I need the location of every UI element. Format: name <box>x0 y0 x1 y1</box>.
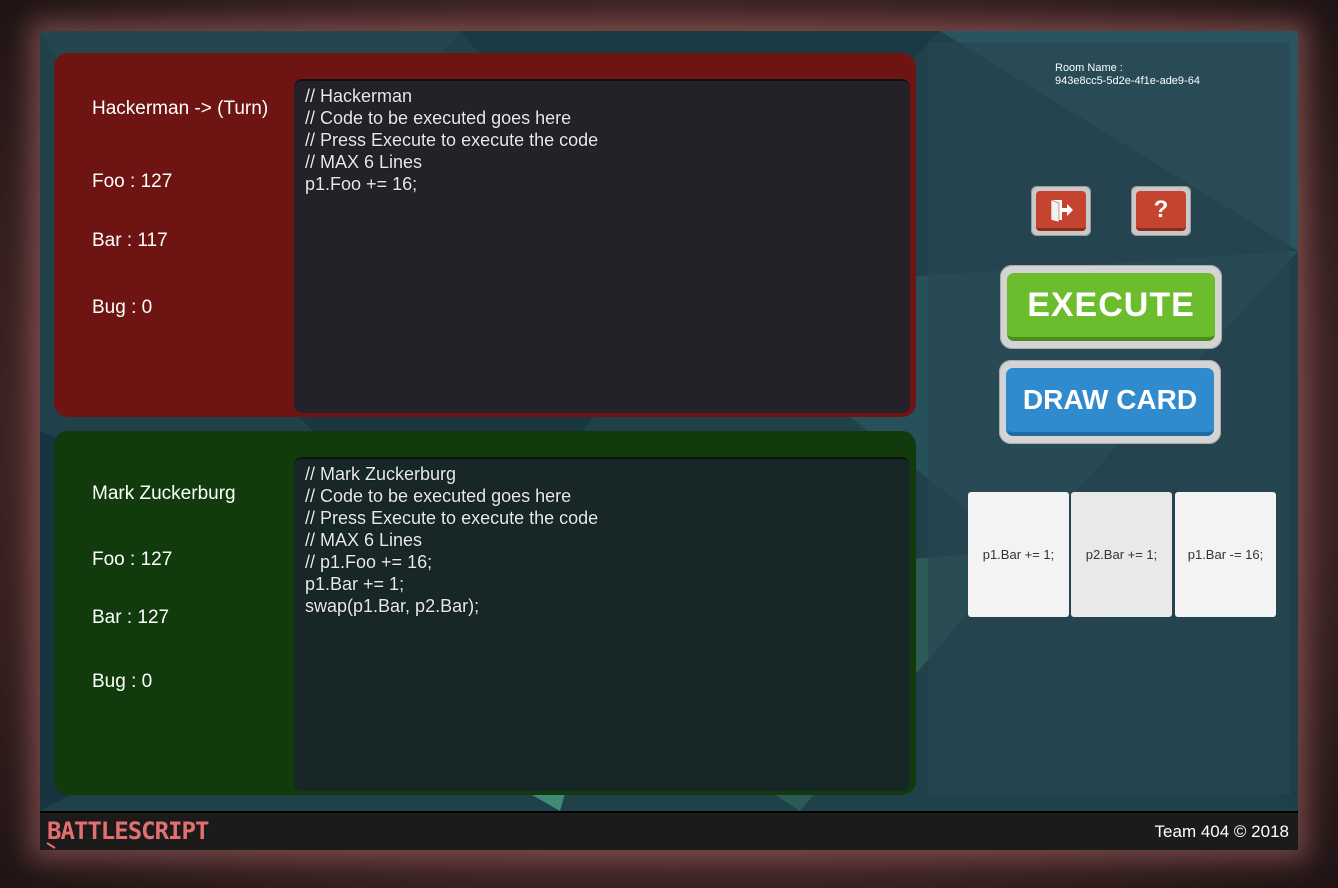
exit-door-icon <box>1050 199 1073 222</box>
player-name: Mark Zuckerburg <box>92 483 236 504</box>
svg-text:BATTLESCRIPT: BATTLESCRIPT <box>47 817 209 845</box>
player-name: Hackerman -> (Turn) <box>92 98 269 119</box>
bug-stat: Bug : 0 <box>92 297 153 318</box>
copyright-text: Team 404 © 2018 <box>1154 822 1289 841</box>
code-editor[interactable]: // Mark Zuckerburg // Code to be execute… <box>294 457 910 791</box>
bar-stat: Bar : 117 <box>92 230 168 251</box>
execute-label: EXECUTE <box>1007 273 1215 341</box>
help-button[interactable]: ? <box>1131 186 1191 236</box>
hand-card[interactable]: p1.Bar += 1; <box>968 492 1069 617</box>
player-panel-hackerman: Hackerman -> (Turn) Foo : 127 Bar : 117 … <box>54 53 916 417</box>
room-name-label: Room Name : <box>1055 62 1123 74</box>
hand-card[interactable]: p1.Bar -= 16; <box>1175 492 1276 617</box>
bar-stat: Bar : 127 <box>92 607 170 628</box>
draw-card-label: DRAW CARD <box>1006 368 1214 436</box>
bug-stat: Bug : 0 <box>92 671 153 692</box>
foo-stat: Foo : 127 <box>92 171 173 192</box>
room-id: 943e8cc5-5d2e-4f1e-ade9-64 <box>1055 75 1200 87</box>
help-icon: ? <box>1136 191 1186 231</box>
footer-bar: BATTLESCRIPT Team 404 © 2018 <box>40 811 1298 850</box>
player-panel-mark-zuckerburg: Mark Zuckerburg Foo : 127 Bar : 127 Bug … <box>54 431 916 795</box>
game-window: Hackerman -> (Turn) Foo : 127 Bar : 117 … <box>40 31 1298 850</box>
hand-card[interactable]: p2.Bar += 1; <box>1071 492 1172 617</box>
exit-button[interactable] <box>1031 186 1091 236</box>
control-panel: Room Name : 943e8cc5-5d2e-4f1e-ade9-64 ?… <box>928 42 1290 795</box>
room-info: Room Name : 943e8cc5-5d2e-4f1e-ade9-64 <box>1055 62 1200 88</box>
execute-button[interactable]: EXECUTE <box>1000 265 1222 349</box>
foo-stat: Foo : 127 <box>92 549 173 570</box>
battlescript-logo: BATTLESCRIPT <box>46 817 210 849</box>
draw-card-button[interactable]: DRAW CARD <box>999 360 1221 444</box>
code-text[interactable]: // Hackerman // Code to be executed goes… <box>305 85 598 195</box>
code-editor[interactable]: // Hackerman // Code to be executed goes… <box>294 79 910 413</box>
code-text[interactable]: // Mark Zuckerburg // Code to be execute… <box>305 463 598 617</box>
